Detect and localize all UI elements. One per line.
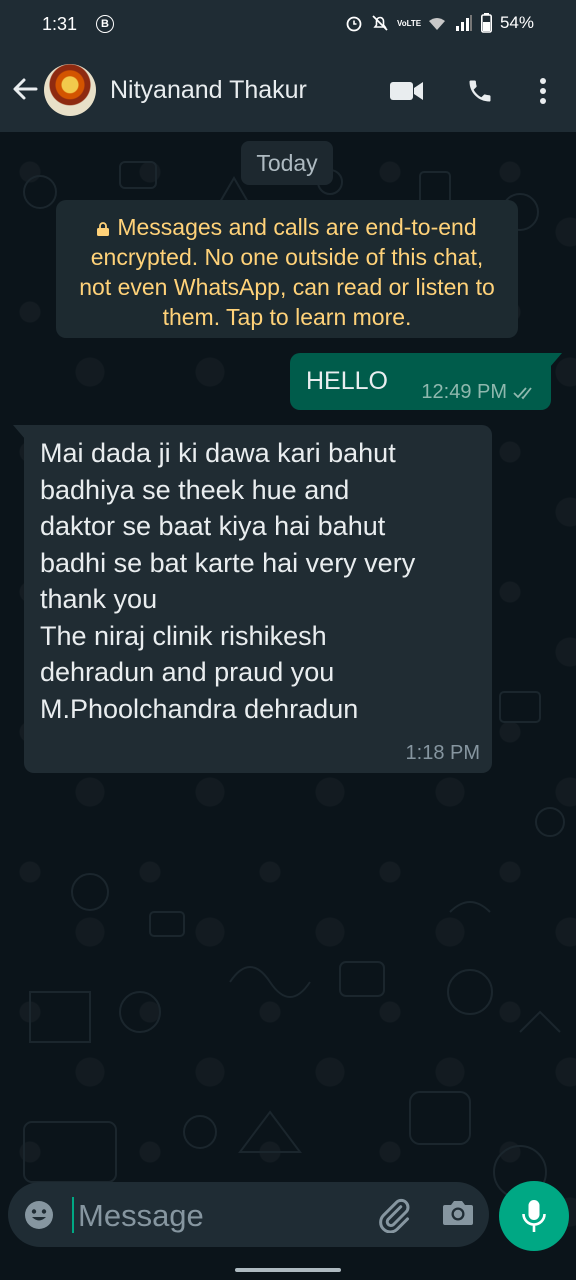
message-text: Mai dada ji ki dawa kari bahut badhiya s…	[40, 438, 416, 724]
more-options-icon[interactable]	[538, 77, 548, 105]
attach-icon[interactable]	[376, 1197, 412, 1233]
message-time: 1:18 PM	[405, 742, 480, 764]
mute-bell-icon	[372, 15, 388, 31]
message-meta: 12:49 PM	[421, 381, 539, 404]
encryption-notice[interactable]: Messages and calls are end-to-end encryp…	[56, 200, 518, 338]
status-icons: VoLTE 54%	[345, 13, 534, 33]
back-arrow-icon[interactable]	[10, 74, 40, 104]
alarm-icon	[346, 16, 362, 32]
camera-icon[interactable]	[442, 1199, 474, 1227]
emoji-icon[interactable]	[24, 1200, 54, 1230]
incoming-message-bubble[interactable]: Mai dada ji ki dawa kari bahut badhiya s…	[13, 425, 492, 773]
gesture-home-bar[interactable]	[235, 1268, 341, 1272]
text-cursor	[72, 1197, 74, 1233]
notification-b-icon: B	[96, 15, 114, 33]
message-time: 12:49 PM	[421, 381, 507, 403]
read-ticks-icon	[513, 386, 532, 399]
status-time: 1:31	[42, 14, 78, 34]
battery-icon	[480, 13, 492, 33]
message-text: HELLO	[306, 367, 388, 395]
date-chip: Today	[241, 141, 333, 185]
battery-percent: 54%	[499, 13, 534, 32]
contact-name[interactable]: Nityanand Thakur	[110, 76, 307, 105]
voice-call-icon[interactable]	[466, 77, 494, 105]
wifi-off-icon	[428, 18, 445, 30]
bubble-tail	[550, 353, 562, 367]
voice-message-button[interactable]	[499, 1181, 569, 1251]
bubble-tail	[13, 425, 25, 439]
encryption-notice-text: Messages and calls are end-to-end encryp…	[79, 214, 495, 330]
outgoing-message-bubble[interactable]: HELLO 12:49 PM	[290, 353, 562, 410]
message-input[interactable]	[76, 1192, 360, 1239]
volte-label: VoLTE	[396, 18, 422, 28]
lock-icon	[97, 222, 110, 236]
microphone-icon	[522, 1200, 546, 1232]
signal-icon	[455, 15, 472, 31]
message-composer	[8, 1182, 489, 1247]
chat-header: Nityanand Thakur	[0, 50, 576, 132]
avatar[interactable]	[44, 64, 96, 116]
video-call-icon[interactable]	[390, 80, 424, 102]
status-bar: 1:31 B VoLTE 54%	[0, 0, 576, 50]
